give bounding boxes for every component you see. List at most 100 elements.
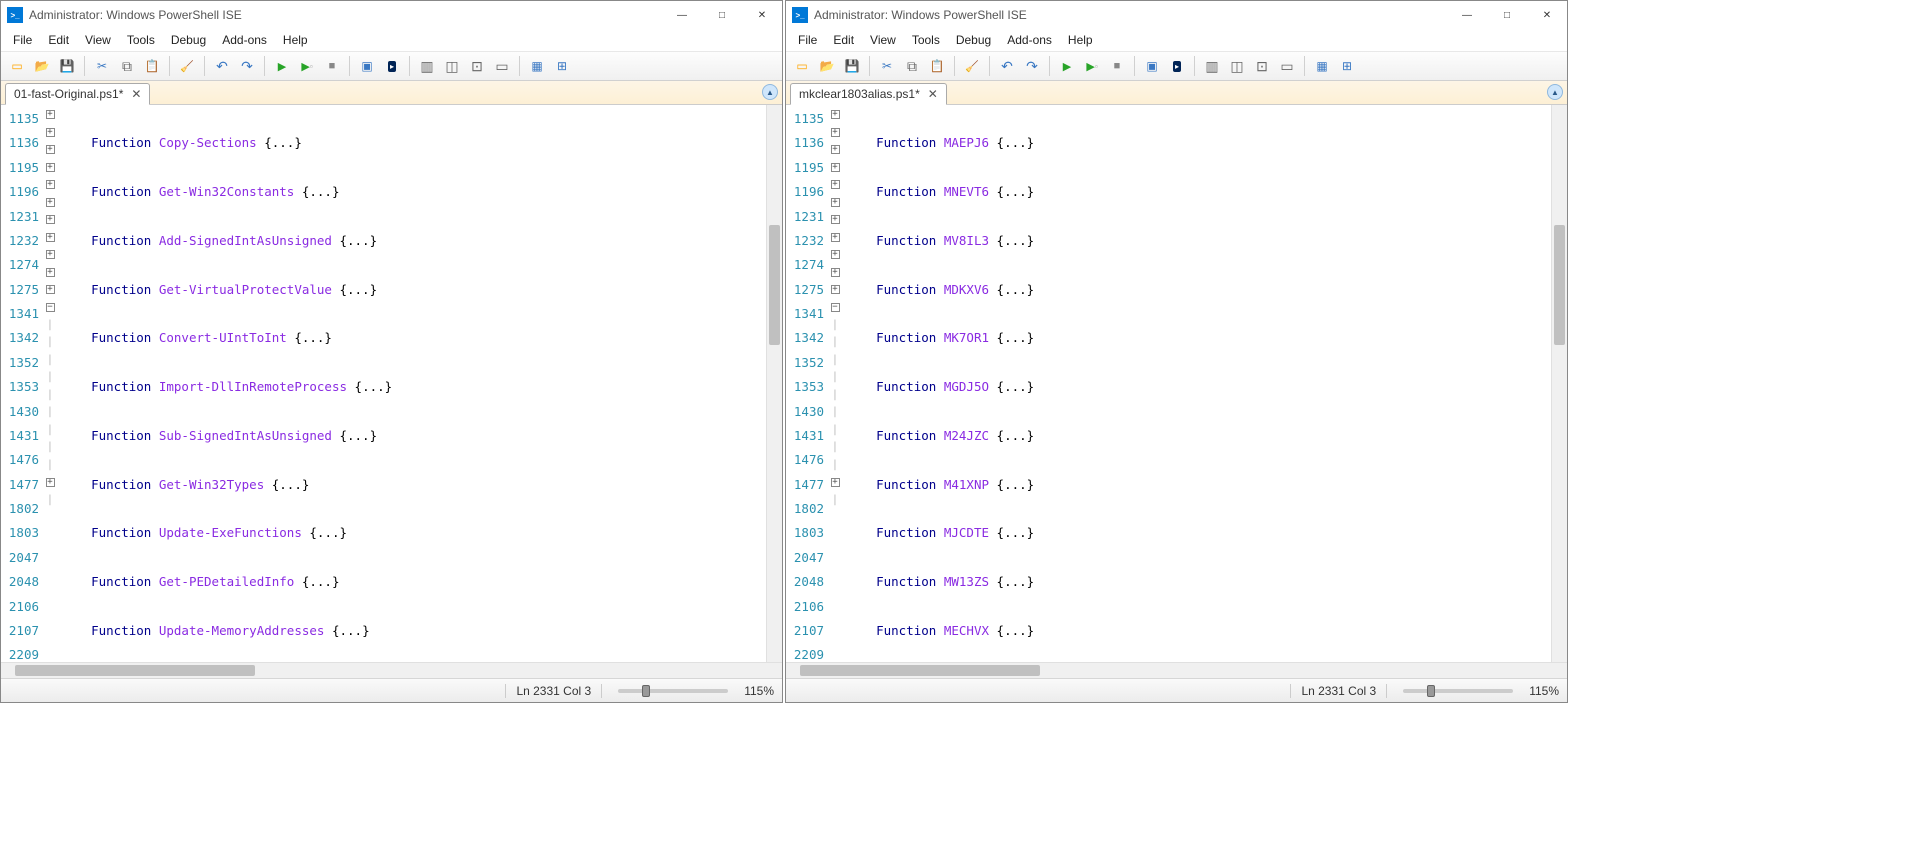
toggle-script-pane-icon[interactable]: ▲ bbox=[1547, 84, 1563, 100]
show-command-window-icon[interactable] bbox=[550, 54, 574, 78]
toggle-script-pane-icon[interactable]: ▲ bbox=[762, 84, 778, 100]
menu-view[interactable]: View bbox=[77, 31, 119, 49]
code-content[interactable]: Function Copy-Sections {...} Function Ge… bbox=[57, 107, 766, 662]
new-file-icon[interactable] bbox=[5, 54, 29, 78]
close-button[interactable]: ✕ bbox=[742, 1, 782, 29]
show-command-addon-icon[interactable] bbox=[1310, 54, 1334, 78]
menu-file[interactable]: File bbox=[790, 31, 825, 49]
close-tab-icon[interactable]: ✕ bbox=[926, 87, 940, 101]
minimize-button[interactable]: — bbox=[1447, 1, 1487, 29]
toolbar-separator bbox=[1304, 56, 1305, 76]
toolbar-separator bbox=[264, 56, 265, 76]
menu-file[interactable]: File bbox=[5, 31, 40, 49]
toolbar-separator bbox=[519, 56, 520, 76]
close-button[interactable]: ✕ bbox=[1527, 1, 1567, 29]
toolbar bbox=[1, 51, 782, 81]
horizontal-scroll-thumb[interactable] bbox=[15, 665, 255, 676]
show-script-pane-max-icon[interactable] bbox=[1250, 54, 1274, 78]
menu-help[interactable]: Help bbox=[275, 31, 316, 49]
menu-tools[interactable]: Tools bbox=[119, 31, 163, 49]
show-script-pane-right-icon[interactable] bbox=[440, 54, 464, 78]
horizontal-scrollbar[interactable] bbox=[786, 662, 1567, 678]
menu-edit[interactable]: Edit bbox=[40, 31, 77, 49]
zoom-level: 115% bbox=[744, 684, 774, 698]
titlebar[interactable]: >_ Administrator: Windows PowerShell ISE… bbox=[1, 1, 782, 29]
run-script-icon[interactable] bbox=[270, 54, 294, 78]
window-title: Administrator: Windows PowerShell ISE bbox=[29, 8, 662, 22]
fold-gutter[interactable]: +++++++++++−│││││││││+│ bbox=[43, 107, 57, 662]
redo-icon[interactable] bbox=[235, 54, 259, 78]
close-tab-icon[interactable]: ✕ bbox=[129, 87, 143, 101]
show-script-pane-max-icon[interactable] bbox=[465, 54, 489, 78]
vertical-scroll-thumb[interactable] bbox=[769, 225, 780, 345]
zoom-thumb[interactable] bbox=[642, 685, 650, 697]
app-icon: >_ bbox=[792, 7, 808, 23]
zoom-slider[interactable] bbox=[618, 689, 728, 693]
menu-debug[interactable]: Debug bbox=[163, 31, 214, 49]
line-number-gutter: 1135 1136 1195 1196 1231 1232 1274 1275 … bbox=[786, 107, 828, 662]
code-content[interactable]: Function MAEPJ6 {...} Function MNEVT6 {.… bbox=[842, 107, 1551, 662]
clear-icon[interactable] bbox=[960, 54, 984, 78]
horizontal-scroll-thumb[interactable] bbox=[800, 665, 1040, 676]
menu-help[interactable]: Help bbox=[1060, 31, 1101, 49]
open-file-icon[interactable] bbox=[815, 54, 839, 78]
redo-icon[interactable] bbox=[1020, 54, 1044, 78]
paste-icon[interactable] bbox=[140, 54, 164, 78]
titlebar[interactable]: >_ Administrator: Windows PowerShell ISE… bbox=[786, 1, 1567, 29]
script-tab[interactable]: 01-fast-Original.ps1* ✕ bbox=[5, 83, 150, 105]
paste-icon[interactable] bbox=[925, 54, 949, 78]
run-selection-icon[interactable] bbox=[295, 54, 319, 78]
toolbar bbox=[786, 51, 1567, 81]
zoom-thumb[interactable] bbox=[1427, 685, 1435, 697]
undo-icon[interactable] bbox=[995, 54, 1019, 78]
new-file-icon[interactable] bbox=[790, 54, 814, 78]
open-file-icon[interactable] bbox=[30, 54, 54, 78]
cut-icon[interactable] bbox=[90, 54, 114, 78]
show-command-window-icon[interactable] bbox=[1335, 54, 1359, 78]
show-console-icon[interactable] bbox=[1275, 54, 1299, 78]
maximize-button[interactable]: □ bbox=[1487, 1, 1527, 29]
clear-icon[interactable] bbox=[175, 54, 199, 78]
copy-icon[interactable] bbox=[115, 54, 139, 78]
app-icon: >_ bbox=[7, 7, 23, 23]
script-tab[interactable]: mkclear1803alias.ps1* ✕ bbox=[790, 83, 947, 105]
show-command-addon-icon[interactable] bbox=[525, 54, 549, 78]
menu-debug[interactable]: Debug bbox=[948, 31, 999, 49]
ise-window-1: >_ Administrator: Windows PowerShell ISE… bbox=[785, 0, 1568, 703]
start-powershell-icon[interactable] bbox=[380, 54, 404, 78]
save-file-icon[interactable] bbox=[840, 54, 864, 78]
horizontal-scrollbar[interactable] bbox=[1, 662, 782, 678]
stop-icon[interactable] bbox=[320, 54, 344, 78]
show-script-pane-right-icon[interactable] bbox=[1225, 54, 1249, 78]
start-powershell-icon[interactable] bbox=[1165, 54, 1189, 78]
menu-add-ons[interactable]: Add-ons bbox=[999, 31, 1060, 49]
menu-view[interactable]: View bbox=[862, 31, 904, 49]
code-editor[interactable]: 1135 1136 1195 1196 1231 1232 1274 1275 … bbox=[786, 105, 1551, 662]
vertical-scroll-thumb[interactable] bbox=[1554, 225, 1565, 345]
vertical-scrollbar[interactable] bbox=[766, 105, 782, 662]
show-script-pane-top-icon[interactable] bbox=[1200, 54, 1224, 78]
new-remote-tab-icon[interactable] bbox=[355, 54, 379, 78]
maximize-button[interactable]: □ bbox=[702, 1, 742, 29]
minimize-button[interactable]: — bbox=[662, 1, 702, 29]
code-editor[interactable]: 1135 1136 1195 1196 1231 1232 1274 1275 … bbox=[1, 105, 766, 662]
fold-gutter[interactable]: +++++++++++−│││││││││+│ bbox=[828, 107, 842, 662]
toolbar-separator bbox=[409, 56, 410, 76]
save-file-icon[interactable] bbox=[55, 54, 79, 78]
undo-icon[interactable] bbox=[210, 54, 234, 78]
stop-icon[interactable] bbox=[1105, 54, 1129, 78]
show-script-pane-top-icon[interactable] bbox=[415, 54, 439, 78]
new-remote-tab-icon[interactable] bbox=[1140, 54, 1164, 78]
zoom-slider[interactable] bbox=[1403, 689, 1513, 693]
run-selection-icon[interactable] bbox=[1080, 54, 1104, 78]
statusbar: Ln 2331 Col 3 115% bbox=[1, 678, 782, 702]
menu-tools[interactable]: Tools bbox=[904, 31, 948, 49]
show-console-icon[interactable] bbox=[490, 54, 514, 78]
run-script-icon[interactable] bbox=[1055, 54, 1079, 78]
copy-icon[interactable] bbox=[900, 54, 924, 78]
menubar: FileEditViewToolsDebugAdd-onsHelp bbox=[1, 29, 782, 51]
vertical-scrollbar[interactable] bbox=[1551, 105, 1567, 662]
cut-icon[interactable] bbox=[875, 54, 899, 78]
menu-add-ons[interactable]: Add-ons bbox=[214, 31, 275, 49]
menu-edit[interactable]: Edit bbox=[825, 31, 862, 49]
